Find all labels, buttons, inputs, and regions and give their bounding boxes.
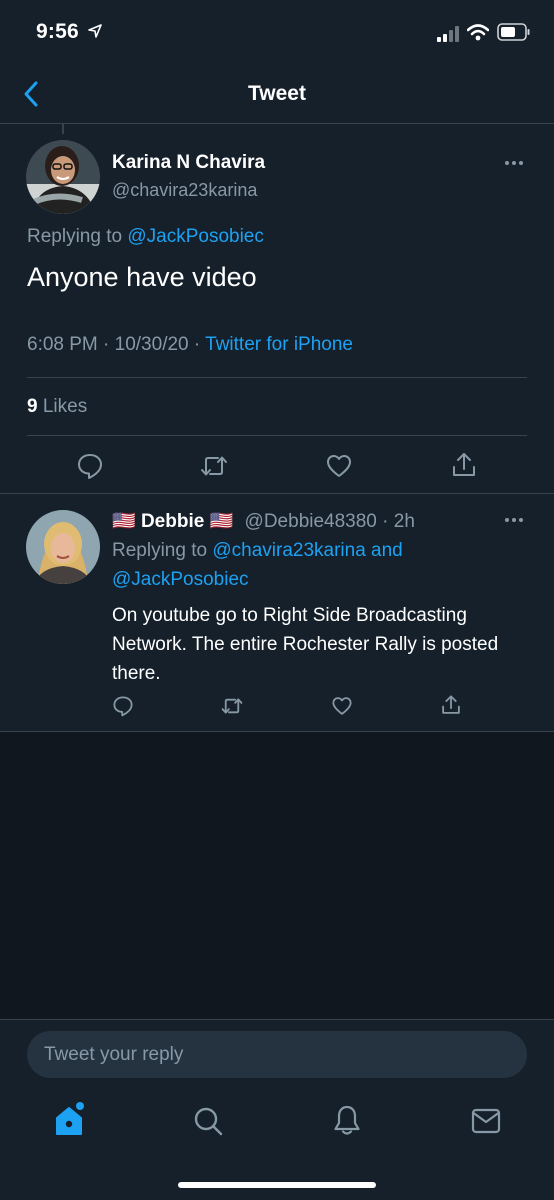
flag-emoji: 🇺🇸 xyxy=(112,511,136,532)
reply-header: 🇺🇸 Debbie 🇺🇸 @Debbie48380 · 2h xyxy=(112,509,415,533)
reply-button[interactable] xyxy=(76,452,104,480)
tab-home[interactable] xyxy=(54,1101,86,1137)
share-button[interactable] xyxy=(440,694,462,716)
divider xyxy=(27,435,527,436)
divider xyxy=(27,377,527,378)
compose-divider xyxy=(0,1019,554,1020)
like-button[interactable] xyxy=(325,452,353,480)
reply-input[interactable]: Tweet your reply xyxy=(27,1031,527,1078)
retweet-icon xyxy=(221,698,243,714)
share-icon xyxy=(442,695,460,714)
thread-connector-line xyxy=(62,124,64,134)
home-indicator xyxy=(178,1182,376,1188)
empty-timeline-area xyxy=(0,732,554,1020)
mention-link[interactable]: @chavira23karina xyxy=(212,540,365,561)
avatar[interactable] xyxy=(26,510,100,584)
tweet-source-link[interactable]: Twitter for iPhone xyxy=(205,334,353,355)
replying-to-label: Replying to xyxy=(112,540,208,561)
share-icon xyxy=(453,453,475,476)
tab-search[interactable] xyxy=(193,1106,223,1136)
search-icon xyxy=(194,1107,223,1136)
page-title: Tweet xyxy=(248,82,306,105)
likes-count: 9 xyxy=(27,396,38,417)
tweet-divider xyxy=(0,493,554,494)
heart-icon xyxy=(332,697,352,715)
flag-emoji: 🇺🇸 xyxy=(209,511,234,532)
replying-to-line: Replying to @JackPosobiec xyxy=(27,226,264,248)
status-time: 9:56 xyxy=(36,20,79,43)
replying-to-line: Replying to @chavira23karina and @JackPo… xyxy=(112,536,532,594)
likes-stat[interactable]: 9 Likes xyxy=(27,396,87,418)
more-options-icon[interactable] xyxy=(505,518,525,524)
reply-button[interactable] xyxy=(112,695,134,717)
mention-link[interactable]: @JackPosobiec xyxy=(127,226,264,247)
heart-icon xyxy=(327,455,351,477)
tweet-timestamp: 6:08 PM · 10/30/20 · xyxy=(27,334,206,355)
tweet-text: On youtube go to Right Side Broadcasting… xyxy=(112,605,499,684)
author-name[interactable]: Karina N Chavira xyxy=(112,152,265,174)
battery-icon xyxy=(497,23,531,41)
location-arrow-icon xyxy=(88,24,102,38)
reply-icon xyxy=(78,454,102,479)
mention-link[interactable]: @JackPosobiec xyxy=(112,569,249,590)
tweet-text: Anyone have video xyxy=(27,262,257,292)
avatar[interactable] xyxy=(26,140,100,214)
more-options-icon[interactable] xyxy=(505,161,525,167)
nav-divider xyxy=(0,123,554,124)
wifi-icon xyxy=(467,24,489,41)
reply-icon xyxy=(113,696,133,717)
retweet-button[interactable] xyxy=(199,452,229,480)
replying-to-label: Replying to xyxy=(27,226,123,247)
like-button[interactable] xyxy=(331,695,353,717)
author-handle-time[interactable]: @Debbie48380 · 2h xyxy=(245,511,415,532)
author-name[interactable]: Debbie xyxy=(141,511,204,532)
share-button[interactable] xyxy=(450,451,478,479)
bell-icon xyxy=(334,1105,360,1135)
retweet-icon xyxy=(201,456,227,476)
home-icon xyxy=(56,1102,84,1135)
tweet-meta-line: 6:08 PM · 10/30/20 · Twitter for iPhone xyxy=(27,334,353,356)
tab-notifications[interactable] xyxy=(333,1104,361,1136)
mention-conjunction[interactable]: and xyxy=(371,540,403,561)
retweet-button[interactable] xyxy=(220,695,244,717)
author-handle[interactable]: @chavira23karina xyxy=(112,180,257,201)
mail-icon xyxy=(471,1108,501,1134)
likes-label: Likes xyxy=(42,396,88,417)
tab-messages[interactable] xyxy=(471,1108,501,1134)
signal-icon xyxy=(437,26,463,42)
